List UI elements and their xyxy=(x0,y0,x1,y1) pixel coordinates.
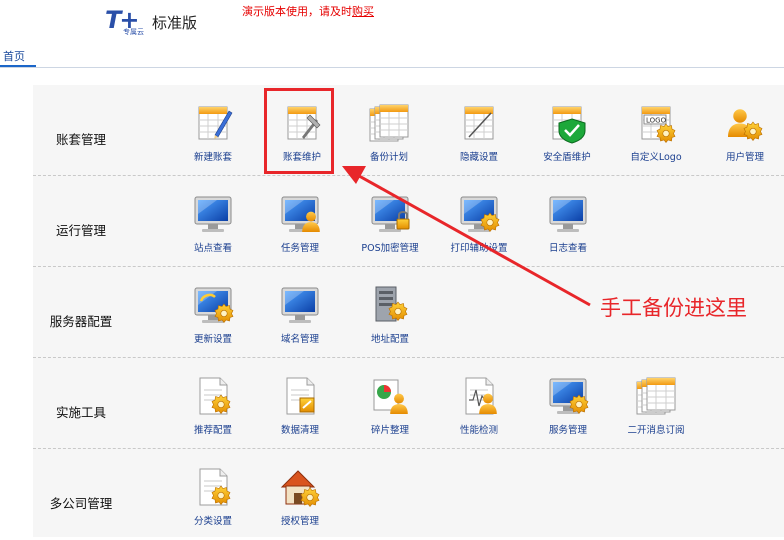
annotation-text: 手工备份进这里 xyxy=(600,296,747,320)
annotation-arrow-icon xyxy=(342,166,591,307)
